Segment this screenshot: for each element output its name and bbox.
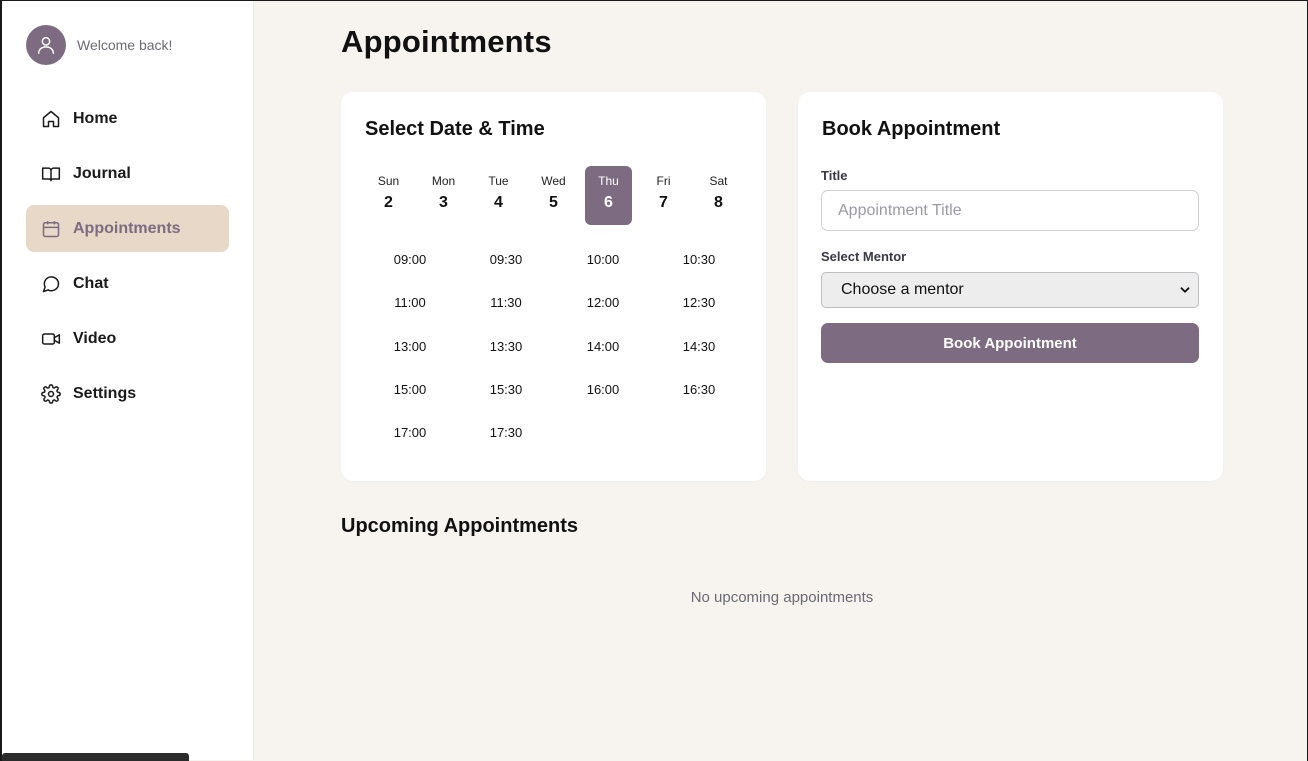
time-slot[interactable]: 14:30 (654, 331, 744, 361)
sidebar-item-label: Video (73, 329, 117, 347)
day-sat[interactable]: Sat 8 (695, 166, 742, 225)
sidebar-item-label: Settings (73, 384, 137, 402)
avatar[interactable] (26, 25, 66, 65)
day-wed[interactable]: Wed 5 (530, 166, 577, 225)
time-slot[interactable]: 09:30 (461, 244, 551, 274)
home-icon (40, 108, 62, 130)
day-sun[interactable]: Sun 2 (365, 166, 412, 225)
day-name: Sat (709, 174, 728, 188)
day-number: 7 (659, 194, 668, 211)
mentor-select[interactable]: Choose a mentor (821, 272, 1199, 308)
chat-icon (40, 273, 62, 295)
time-slot[interactable]: 09:00 (365, 244, 455, 274)
time-slot[interactable]: 15:00 (365, 374, 455, 404)
time-slot[interactable]: 10:30 (654, 244, 744, 274)
book-appointment-title: Book Appointment (822, 118, 1001, 140)
sidebar-item-label: Appointments (73, 219, 181, 237)
book-appointment-card: Book Appointment Title Select Mentor Cho… (798, 92, 1223, 481)
time-slot[interactable]: 12:00 (558, 287, 648, 317)
time-slot[interactable]: 17:00 (365, 417, 455, 447)
time-slot[interactable]: 12:30 (654, 287, 744, 317)
day-name: Tue (488, 174, 509, 188)
day-number: 8 (714, 194, 723, 211)
sidebar-item-label: Home (73, 109, 118, 127)
video-icon (40, 328, 62, 350)
appointment-title-input[interactable] (821, 190, 1199, 231)
day-picker: Sun 2 Mon 3 Tue 4 Wed 5 Thu 6 Fri 7 Sat … (365, 166, 751, 226)
day-number: 4 (494, 194, 503, 211)
day-name: Wed (541, 174, 566, 188)
mentor-field-label: Select Mentor (821, 249, 907, 264)
day-fri[interactable]: Fri 7 (640, 166, 687, 225)
upcoming-appointments-title: Upcoming Appointments (341, 515, 579, 537)
day-number: 3 (439, 194, 448, 211)
sidebar-nav: Home Journal Appointments Chat Video Set… (26, 95, 229, 425)
day-thu-selected[interactable]: Thu 6 (585, 166, 632, 225)
date-time-title: Select Date & Time (365, 118, 545, 140)
user-icon (37, 36, 55, 54)
time-slot[interactable]: 11:30 (461, 287, 551, 317)
page-title: Appointments (341, 24, 552, 59)
sidebar: Welcome back! Home Journal Appointments … (2, 1, 254, 760)
time-slot[interactable]: 13:00 (365, 331, 455, 361)
calendar-icon (40, 218, 62, 240)
profile-header: Welcome back! (26, 25, 172, 65)
time-slot[interactable]: 15:30 (461, 374, 551, 404)
day-name: Fri (656, 174, 671, 188)
book-appointment-button[interactable]: Book Appointment (821, 323, 1199, 363)
date-time-card: Select Date & Time Sun 2 Mon 3 Tue 4 Wed… (341, 92, 766, 481)
time-slot[interactable]: 10:00 (558, 244, 648, 274)
day-number: 6 (604, 194, 613, 211)
chevron-down-icon (1180, 287, 1190, 293)
sidebar-item-journal[interactable]: Journal (26, 150, 229, 197)
time-slot[interactable]: 17:30 (461, 417, 551, 447)
time-slot[interactable]: 16:30 (654, 374, 744, 404)
empty-state-text: No upcoming appointments (690, 589, 874, 606)
time-slot[interactable]: 16:00 (558, 374, 648, 404)
day-name: Thu (598, 174, 619, 188)
time-slot[interactable]: 13:30 (461, 331, 551, 361)
status-bar-tooltip (2, 753, 189, 761)
gear-icon (40, 383, 62, 405)
sidebar-item-home[interactable]: Home (26, 95, 229, 142)
time-slot[interactable]: 14:00 (558, 331, 648, 361)
day-name: Sun (377, 174, 400, 188)
day-name: Mon (431, 174, 456, 188)
welcome-text: Welcome back! (77, 37, 173, 53)
day-number: 5 (549, 194, 558, 211)
title-field-label: Title (821, 168, 848, 183)
sidebar-item-label: Chat (73, 274, 109, 292)
day-number: 2 (384, 194, 393, 211)
sidebar-item-label: Journal (73, 164, 131, 182)
sidebar-item-chat[interactable]: Chat (26, 260, 229, 307)
day-mon[interactable]: Mon 3 (420, 166, 467, 225)
time-slot[interactable]: 11:00 (365, 287, 455, 317)
sidebar-item-settings[interactable]: Settings (26, 370, 229, 417)
mentor-select-value: Choose a mentor (841, 281, 964, 298)
sidebar-item-video[interactable]: Video (26, 315, 229, 362)
sidebar-item-appointments[interactable]: Appointments (26, 205, 229, 252)
book-icon (40, 163, 62, 185)
day-tue[interactable]: Tue 4 (475, 166, 522, 225)
